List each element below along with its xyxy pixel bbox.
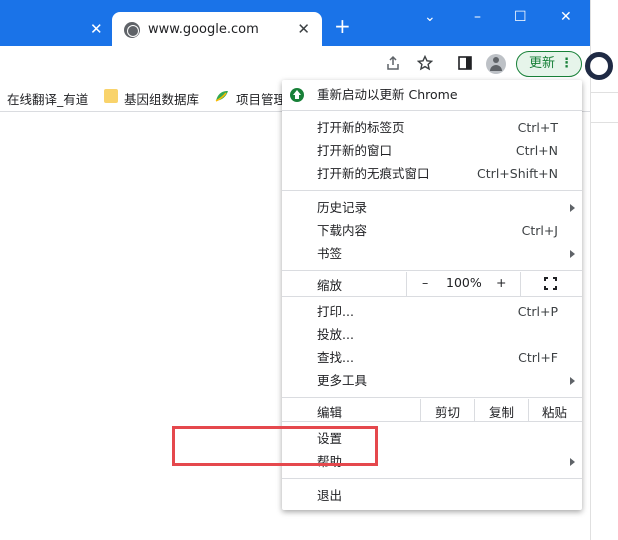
menu-item-new-incognito-window[interactable]: 打开新的无痕式窗口 Ctrl+Shift+N <box>282 163 582 185</box>
menu-item-label: 下载内容 <box>317 223 368 238</box>
menu-item-downloads[interactable]: 下载内容 Ctrl+J <box>282 220 582 242</box>
submenu-arrow-icon <box>570 204 575 212</box>
bookmark-item[interactable]: 在线翻译_有道 <box>7 89 88 108</box>
update-button-label: 更新 <box>529 56 556 71</box>
menu-item-label: 更多工具 <box>317 373 368 388</box>
submenu-arrow-icon <box>570 458 575 466</box>
menu-edit-row: 编辑 剪切 复制 粘贴 <box>282 399 582 421</box>
fullscreen-icon[interactable] <box>544 277 557 290</box>
menu-item-label: 重新启动以更新 Chrome <box>317 87 458 102</box>
close-window-button[interactable]: ✕ <box>560 10 572 24</box>
menu-item-label: 打开新的标签页 <box>317 120 405 135</box>
menu-item-new-tab[interactable]: 打开新的标签页 Ctrl+T <box>282 117 582 139</box>
bookmark-favicon-icon <box>214 89 230 103</box>
menu-item-more-tools[interactable]: 更多工具 <box>282 370 582 392</box>
menu-zoom-row: 缩放 – 100% + <box>282 272 582 296</box>
tab-strip: ✕ www.google.com ✕ + ⌄ – ☐ ✕ <box>0 0 590 46</box>
toolbar: 更新 ⋮ <box>0 46 590 82</box>
profile-avatar-icon[interactable] <box>486 54 506 74</box>
zoom-in-button[interactable]: + <box>496 275 506 290</box>
tab-inactive[interactable]: ✕ <box>0 12 110 46</box>
annotation-highlight-box <box>172 426 378 466</box>
menu-separator <box>282 110 582 111</box>
menu-item-cast[interactable]: 投放... <box>282 324 582 346</box>
menu-item-label: 查找... <box>317 350 354 365</box>
menu-item-shortcut: Ctrl+Shift+N <box>477 166 558 181</box>
tab-title: www.google.com <box>148 22 259 37</box>
bookmark-item[interactable]: 基因组数据库 <box>124 89 199 108</box>
submenu-arrow-icon <box>570 377 575 385</box>
folder-icon <box>104 89 118 103</box>
menu-item-print[interactable]: 打印... Ctrl+P <box>282 301 582 323</box>
menu-item-shortcut: Ctrl+N <box>515 143 558 158</box>
submenu-arrow-icon <box>570 250 575 258</box>
zoom-label: 缩放 <box>317 278 343 293</box>
menu-separator <box>282 296 582 297</box>
bookmark-star-icon[interactable] <box>416 54 434 73</box>
divider <box>420 399 421 421</box>
maximize-button[interactable]: ☐ <box>514 10 527 24</box>
menu-separator <box>282 478 582 479</box>
zoom-out-button[interactable]: – <box>422 275 428 290</box>
divider <box>591 92 618 93</box>
divider <box>474 399 475 421</box>
menu-item-label: 打开新的窗口 <box>317 143 393 158</box>
background-window-top <box>591 0 618 48</box>
globe-icon <box>124 22 140 38</box>
menu-item-label: 打开新的无痕式窗口 <box>317 166 430 181</box>
share-icon[interactable] <box>384 55 402 73</box>
menu-item-restart-update[interactable]: 重新启动以更新 Chrome <box>282 84 582 106</box>
divider <box>528 399 529 421</box>
divider <box>591 122 618 123</box>
menu-separator <box>282 397 582 398</box>
menu-item-shortcut: Ctrl+F <box>518 350 558 365</box>
tab-active[interactable]: www.google.com ✕ <box>112 12 322 46</box>
divider <box>520 272 521 296</box>
menu-item-label: 书签 <box>317 246 343 261</box>
minimize-button[interactable]: – <box>474 10 481 24</box>
background-logo-icon <box>585 52 613 80</box>
menu-separator <box>282 270 582 271</box>
menu-item-find[interactable]: 查找... Ctrl+F <box>282 347 582 369</box>
close-tab-icon[interactable]: ✕ <box>90 21 103 37</box>
menu-item-label: 历史记录 <box>317 200 368 215</box>
menu-item-label: 退出 <box>317 488 343 503</box>
bookmark-item[interactable]: 项目管理 <box>236 89 284 108</box>
menu-item-exit[interactable]: 退出 <box>282 485 582 507</box>
update-button[interactable]: 更新 ⋮ <box>516 51 582 77</box>
divider <box>406 272 407 296</box>
side-panel-icon[interactable] <box>456 55 474 73</box>
background-window-edge <box>585 0 618 540</box>
menu-item-label: 投放... <box>317 327 354 342</box>
cut-button[interactable]: 剪切 <box>435 402 460 421</box>
menu-separator <box>282 190 582 191</box>
menu-item-history[interactable]: 历史记录 <box>282 197 582 219</box>
menu-separator <box>282 421 582 422</box>
update-arrow-icon <box>290 88 304 102</box>
zoom-level: 100% <box>446 275 482 290</box>
new-tab-button[interactable]: + <box>334 16 351 36</box>
menu-item-label: 打印... <box>317 304 354 319</box>
menu-item-shortcut: Ctrl+J <box>521 223 558 238</box>
menu-item-new-window[interactable]: 打开新的窗口 Ctrl+N <box>282 140 582 162</box>
tab-search-icon[interactable]: ⌄ <box>424 10 436 24</box>
edit-label: 编辑 <box>317 405 343 420</box>
menu-item-bookmarks[interactable]: 书签 <box>282 243 582 265</box>
paste-button[interactable]: 粘贴 <box>542 402 567 421</box>
close-tab-icon[interactable]: ✕ <box>297 20 310 38</box>
more-menu-icon[interactable]: ⋮ <box>560 52 573 75</box>
menu-item-shortcut: Ctrl+P <box>517 304 558 319</box>
menu-item-shortcut: Ctrl+T <box>517 120 558 135</box>
copy-button[interactable]: 复制 <box>489 402 514 421</box>
